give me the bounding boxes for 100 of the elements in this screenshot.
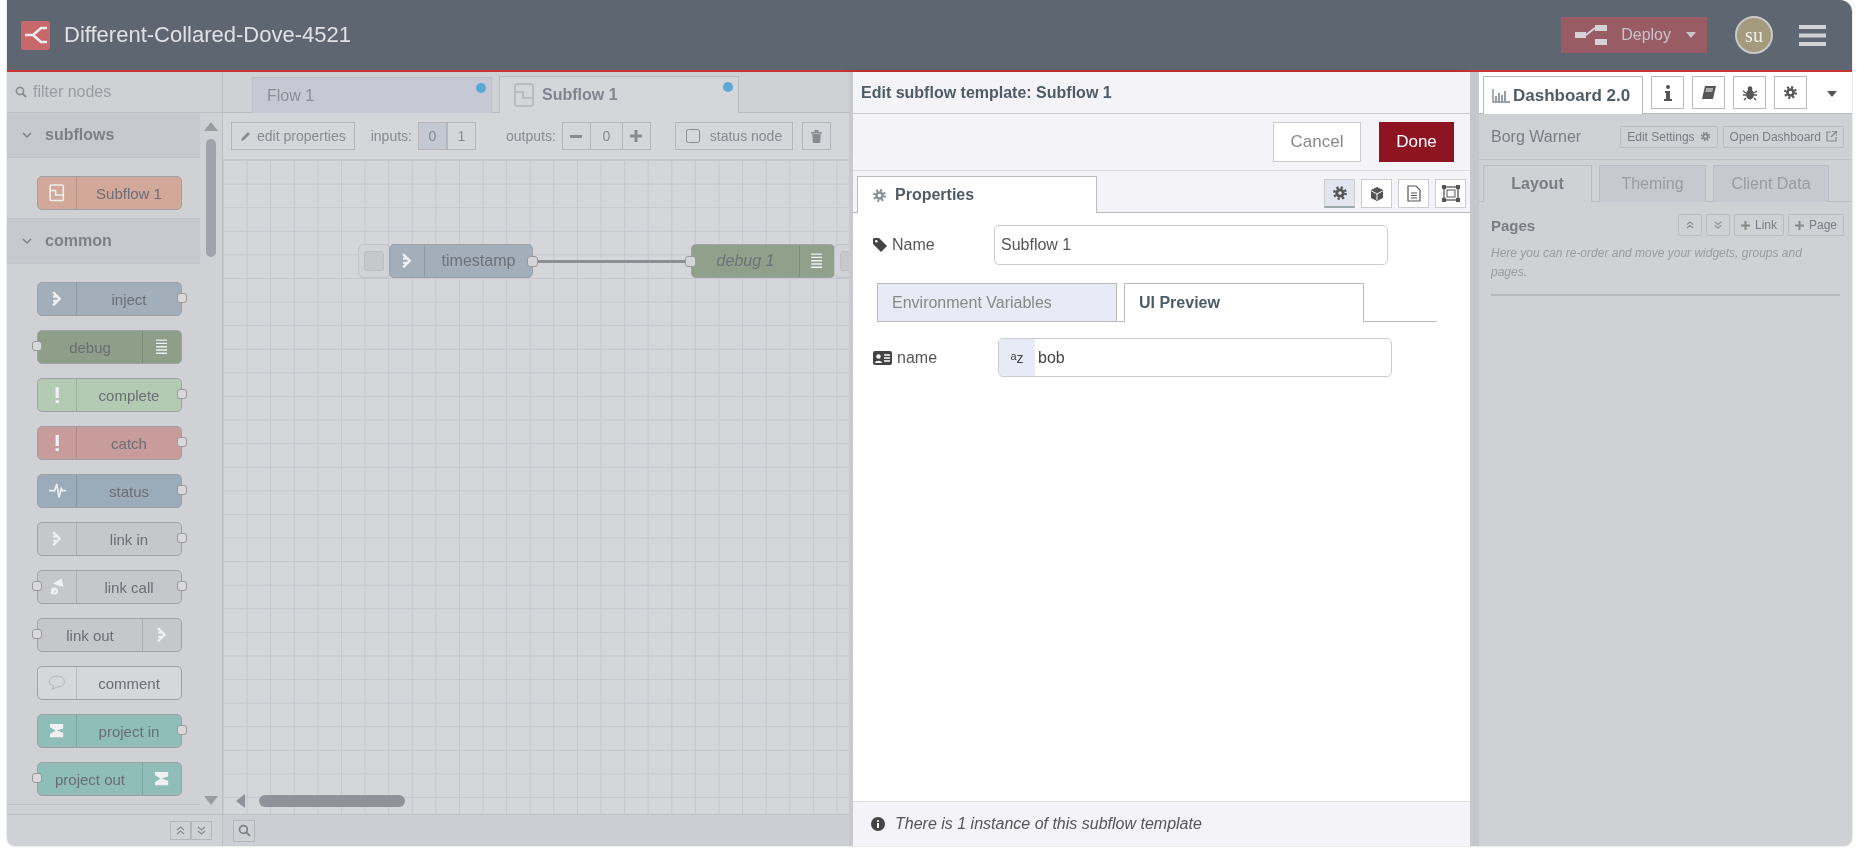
- menu-icon[interactable]: [1799, 24, 1826, 46]
- status-node-toggle[interactable]: status node: [674, 122, 794, 150]
- flow-tab[interactable]: Subflow 1: [499, 76, 739, 113]
- scroll-left-icon[interactable]: [235, 794, 245, 808]
- sidebar-tab[interactable]: Dashboard 2.0: [1483, 76, 1643, 114]
- plus-icon: [630, 130, 643, 142]
- increment-button[interactable]: [621, 122, 651, 150]
- debug-tab[interactable]: [1733, 76, 1766, 109]
- deploy-button[interactable]: Deploy: [1561, 17, 1707, 53]
- input-port[interactable]: [32, 341, 42, 351]
- arrow-icon: [402, 253, 412, 269]
- input-port[interactable]: [685, 256, 696, 267]
- id-card-icon: [873, 350, 892, 365]
- palette-node[interactable]: complete: [37, 378, 182, 412]
- palette-node[interactable]: link in: [37, 522, 182, 556]
- collapse-all-button[interactable]: [170, 821, 191, 840]
- outputs-value: 0: [590, 122, 622, 150]
- subflow-icon: [49, 184, 65, 202]
- palette-node[interactable]: catch: [37, 426, 182, 460]
- edit-properties-button[interactable]: edit properties: [231, 122, 355, 150]
- done-button[interactable]: Done: [1379, 122, 1454, 162]
- palette-node[interactable]: project in: [37, 714, 182, 748]
- output-port[interactable]: [177, 437, 187, 447]
- description-tab[interactable]: [1398, 179, 1429, 208]
- logo-icon: [50, 724, 64, 738]
- list-icon: [155, 339, 169, 355]
- input-port[interactable]: [32, 629, 42, 639]
- info-tab[interactable]: [1651, 76, 1684, 109]
- cancel-button[interactable]: Cancel: [1273, 122, 1361, 162]
- node-label: inject: [110, 290, 148, 308]
- output-port[interactable]: [177, 581, 187, 591]
- double-chevron-up-icon: [176, 826, 185, 835]
- frame-tab[interactable]: [1435, 179, 1466, 208]
- category-header[interactable]: common: [7, 219, 200, 264]
- type-label[interactable]: $^{a}$z: [999, 339, 1035, 376]
- output-port[interactable]: [177, 485, 187, 495]
- inputs-toggle[interactable]: 0: [417, 122, 447, 150]
- app-title: Different-Collared-Dove-4521: [64, 22, 351, 48]
- inputs-label: inputs:: [370, 128, 412, 144]
- flow-tab[interactable]: Flow 1: [252, 77, 492, 113]
- caret-icon[interactable]: [1827, 91, 1837, 97]
- open-dashboard-button[interactable]: Open Dashboard: [1722, 125, 1844, 148]
- typed-input-field[interactable]: $^{a}$z bob: [998, 338, 1392, 377]
- search-icon: [15, 86, 27, 98]
- palette-node[interactable]: Subflow 1: [37, 176, 182, 210]
- caret-icon: [1685, 31, 1697, 39]
- pencil-icon: [240, 130, 252, 142]
- bar-chart-icon: [1492, 88, 1510, 103]
- move-up-button[interactable]: [1677, 214, 1702, 236]
- help-tab[interactable]: [1692, 76, 1725, 109]
- checkbox[interactable]: [685, 129, 700, 143]
- input-port[interactable]: [32, 581, 42, 591]
- appearance-tab[interactable]: [1361, 179, 1392, 208]
- expand-all-button[interactable]: [191, 821, 212, 840]
- palette-node[interactable]: comment: [37, 666, 182, 700]
- output-port[interactable]: [177, 293, 187, 303]
- section-tab[interactable]: UI Preview: [1124, 283, 1364, 322]
- scrollbar-thumb[interactable]: [259, 795, 405, 807]
- section-title: Pages: [1491, 216, 1537, 234]
- dashboard-tab[interactable]: Layout: [1483, 165, 1592, 202]
- delete-button[interactable]: [802, 122, 832, 150]
- decrement-button[interactable]: [561, 122, 591, 150]
- user-avatar[interactable]: su: [1735, 16, 1773, 54]
- palette-node[interactable]: inject: [37, 282, 182, 316]
- info-icon: [871, 817, 885, 831]
- section-tab[interactable]: Environment Variables: [877, 283, 1117, 321]
- node-label: timestamp: [440, 252, 517, 270]
- properties-tab[interactable]: Properties: [857, 176, 1097, 213]
- output-port[interactable]: [177, 533, 187, 543]
- palette-node[interactable]: link call: [37, 570, 182, 604]
- scroll-down-icon[interactable]: [204, 796, 218, 806]
- scroll-up-icon[interactable]: [204, 121, 218, 131]
- palette-node[interactable]: status: [37, 474, 182, 508]
- search-button[interactable]: [233, 819, 255, 842]
- settings-tab[interactable]: [1324, 179, 1355, 208]
- subflow-icon: [514, 83, 534, 107]
- plus-icon: [1794, 220, 1804, 230]
- add-link-button[interactable]: Link: [1733, 214, 1784, 236]
- move-down-button[interactable]: [1705, 214, 1730, 236]
- trash-icon: [811, 129, 823, 143]
- node-button[interactable]: [358, 244, 390, 278]
- name-field[interactable]: Subflow 1: [994, 225, 1388, 265]
- settings-icon: [872, 187, 887, 203]
- flow-node[interactable]: timestamp: [389, 244, 533, 278]
- input-port[interactable]: [32, 773, 42, 783]
- scrollbar-thumb[interactable]: [206, 139, 216, 257]
- palette-node[interactable]: link out: [37, 618, 182, 652]
- output-port[interactable]: [177, 725, 187, 735]
- outputs-label: outputs:: [505, 128, 556, 144]
- output-port[interactable]: [177, 389, 187, 399]
- plus-icon: [1740, 220, 1750, 230]
- inputs-toggle[interactable]: 1: [446, 122, 476, 150]
- minus-icon: [570, 134, 583, 138]
- category-header[interactable]: subflows: [7, 113, 200, 158]
- edit-settings-button[interactable]: Edit Settings: [1620, 125, 1718, 148]
- palette-node[interactable]: project out: [37, 762, 182, 796]
- config-tab[interactable]: [1774, 76, 1807, 109]
- output-port[interactable]: [527, 256, 538, 267]
- settings-icon: [1331, 185, 1348, 201]
- add-page-button[interactable]: Page: [1787, 214, 1844, 236]
